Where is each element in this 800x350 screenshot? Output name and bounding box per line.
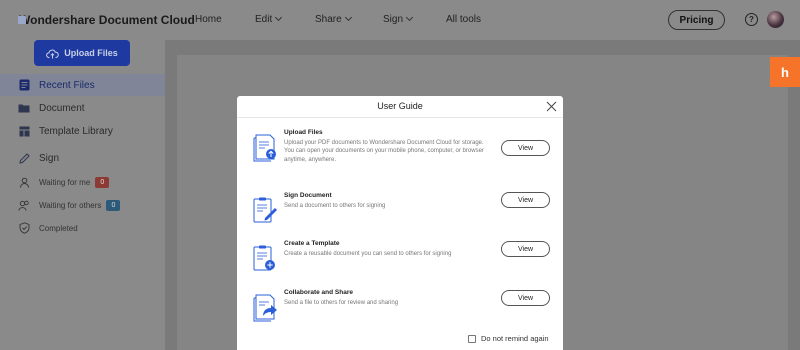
chevron-down-icon [275, 13, 283, 22]
avatar[interactable] [767, 11, 784, 28]
pricing-button[interactable]: Pricing [668, 10, 725, 30]
count-badge: 0 [95, 176, 110, 188]
shield-check-icon [18, 222, 30, 234]
do-not-remind-option[interactable]: Do not remind again [468, 334, 549, 343]
top-bar: Wondershare Document Cloud Home Edit Sha… [0, 0, 800, 40]
guide-item-title: Create a Template [284, 240, 340, 247]
guide-item-description: Send a document to others for signing [284, 203, 386, 209]
sidebar-item-label: Completed [39, 223, 78, 233]
do-not-remind-checkbox[interactable] [468, 334, 476, 343]
view-create-template-button[interactable]: View [501, 241, 550, 257]
folder-icon [18, 102, 30, 114]
upload-document-icon [253, 134, 276, 162]
sidebar: Upload Files Recent Files Document Templ… [0, 40, 165, 350]
sidebar-item-sign[interactable]: Sign [0, 147, 165, 169]
sidebar-item-recent-files[interactable]: Recent Files [0, 74, 165, 96]
app-title: Wondershare Document Cloud [19, 13, 195, 27]
recent-files-icon [18, 79, 30, 91]
sign-document-icon [253, 197, 277, 223]
sidebar-item-label: Sign [39, 152, 60, 164]
guide-item-title: Upload Files [284, 129, 323, 136]
count-badge: 0 [106, 199, 121, 211]
help-icon[interactable]: ? [745, 13, 758, 26]
sidebar-item-waiting-for-me[interactable]: Waiting for me 0 [0, 171, 165, 193]
guide-item-description: Create a reusable document you can send … [284, 251, 452, 257]
sidebar-item-label: Template Library [39, 125, 113, 137]
upload-files-label: Upload Files [64, 48, 118, 58]
view-upload-files-button[interactable]: View [501, 140, 550, 156]
guide-item-description: Upload your PDF documents to Wondershare… [284, 140, 484, 163]
dialog-header: User Guide [237, 96, 563, 118]
sidebar-item-template-library[interactable]: Template Library [0, 120, 165, 142]
sidebar-item-waiting-for-others[interactable]: Waiting for others 0 [0, 194, 165, 216]
chevron-down-icon [405, 13, 414, 22]
view-collaborate-share-button[interactable]: View [501, 290, 550, 306]
user-guide-dialog: User Guide Upload Files Upload your PDF … [237, 96, 563, 350]
sidebar-item-label: Waiting for me [39, 177, 91, 187]
do-not-remind-label: Do not remind again [481, 334, 549, 343]
dialog-title: User Guide [377, 101, 423, 111]
guide-item-title: Sign Document [284, 192, 332, 199]
help-widget-button[interactable]: h [770, 57, 800, 87]
nav-edit[interactable]: Edit [255, 13, 283, 25]
nav-sign-label: Sign [383, 14, 404, 25]
guide-item-title: Collaborate and Share [284, 289, 353, 296]
nav-sign[interactable]: Sign [383, 13, 414, 25]
create-template-icon [253, 245, 275, 271]
nav-edit-label: Edit [255, 14, 273, 25]
upload-files-button[interactable]: Upload Files [34, 40, 130, 66]
nav-share[interactable]: Share [315, 13, 352, 25]
cloud-upload-icon [46, 49, 60, 58]
collaborate-share-icon [253, 294, 277, 322]
sidebar-item-label: Waiting for others [39, 200, 102, 210]
chevron-down-icon [344, 13, 352, 22]
nav-home[interactable]: Home [195, 14, 222, 25]
close-icon[interactable] [546, 101, 557, 112]
sidebar-item-document[interactable]: Document [0, 97, 165, 119]
guide-item-description: Send a file to others for review and sha… [284, 300, 399, 306]
app-logo[interactable]: Wondershare Document Cloud [14, 12, 195, 28]
sidebar-item-completed[interactable]: Completed [0, 217, 165, 239]
sidebar-item-label: Recent Files [39, 79, 95, 91]
pen-icon [18, 152, 30, 164]
view-sign-document-button[interactable]: View [501, 192, 550, 208]
template-icon [18, 125, 30, 137]
nav-all-tools[interactable]: All tools [446, 14, 481, 25]
sidebar-item-label: Document [39, 102, 85, 114]
users-icon [18, 199, 30, 211]
nav-share-label: Share [315, 14, 342, 25]
user-icon [18, 176, 30, 188]
